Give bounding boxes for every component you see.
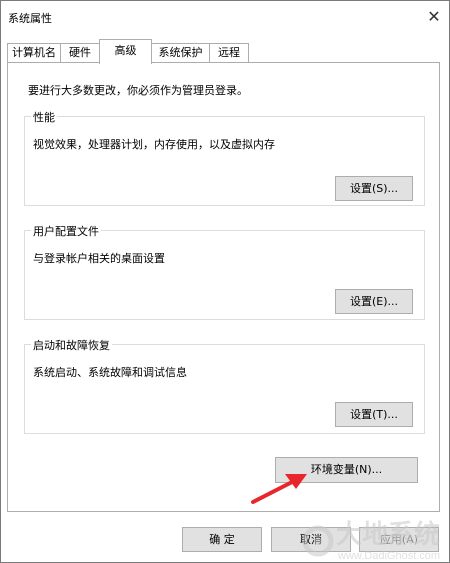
user-profiles-settings-button[interactable]: 设置(E)... [335,289,413,314]
tab-remote[interactable]: 远程 [209,43,249,63]
performance-title: 性能 [31,109,57,125]
tab-hardware[interactable]: 硬件 [60,43,100,63]
performance-group: 性能 视觉效果，处理器计划，内存使用，以及虚拟内存 设置(S)... [24,109,425,206]
title-bar: 系统属性 ✕ [1,1,449,33]
window-title: 系统属性 [8,12,52,25]
startup-recovery-description: 系统启动、系统故障和调试信息 [33,366,187,379]
tab-advanced[interactable]: 高级 [99,39,152,64]
tab-system-protection[interactable]: 系统保护 [151,43,210,63]
apply-button[interactable]: 应用(A) [359,527,439,552]
startup-recovery-settings-button[interactable]: 设置(T)... [335,402,413,427]
performance-settings-button[interactable]: 设置(S)... [335,176,413,201]
environment-variables-button[interactable]: 环境变量(N)... [275,457,418,483]
close-icon[interactable]: ✕ [419,1,449,31]
system-properties-dialog: 系统属性 ✕ 计算机名 硬件 高级 系统保护 远程 要进行大多数更改，你必须作为… [0,0,450,563]
startup-recovery-title: 启动和故障恢复 [31,337,112,353]
cancel-button[interactable]: 取消 [271,527,351,552]
performance-description: 视觉效果，处理器计划，内存使用，以及虚拟内存 [33,138,275,151]
startup-recovery-group: 启动和故障恢复 系统启动、系统故障和调试信息 设置(T)... [24,337,425,434]
admin-notice: 要进行大多数更改，你必须作为管理员登录。 [28,84,248,97]
user-profiles-group: 用户配置文件 与登录帐户相关的桌面设置 设置(E)... [24,223,425,320]
tab-computer-name[interactable]: 计算机名 [7,43,61,63]
ok-button[interactable]: 确 定 [182,527,262,552]
user-profiles-title: 用户配置文件 [31,223,101,239]
advanced-tab-panel: 要进行大多数更改，你必须作为管理员登录。 性能 视觉效果，处理器计划，内存使用，… [7,62,440,512]
user-profiles-description: 与登录帐户相关的桌面设置 [33,252,165,265]
